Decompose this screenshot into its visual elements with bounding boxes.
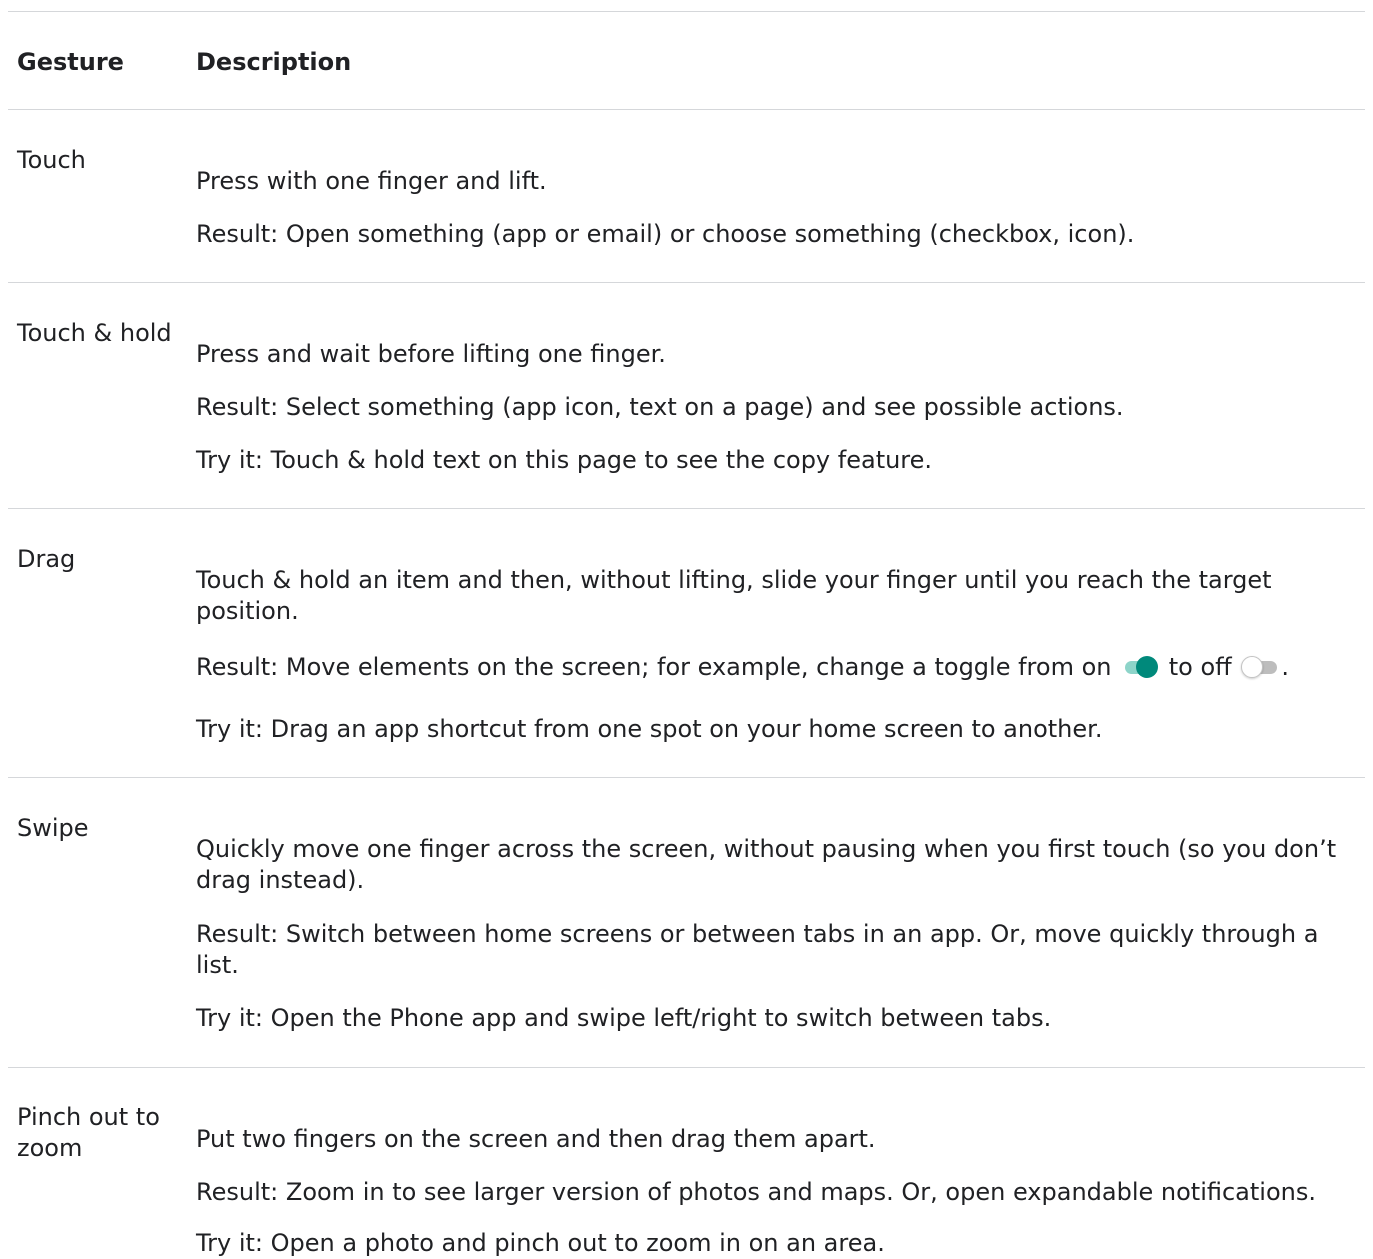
toggle-off-icon [1241,655,1279,679]
column-header-gesture: Gesture [17,48,124,76]
description-line: Press and wait before lifting one finger… [196,340,666,368]
result-suffix: . [1281,653,1289,681]
column-header-description: Description [196,48,352,76]
result-middle: to off [1168,653,1232,681]
result-line: Result: Move elements on the screen; for… [196,652,1356,683]
try-it-line: Try it: Drag an app shortcut from one sp… [196,715,1103,743]
header-divider [8,109,1365,110]
result-line: Result: Select something (app icon, text… [196,393,1124,421]
result-line: Result: Zoom in to see larger version of… [196,1178,1316,1206]
gesture-name: Touch & hold [17,319,172,347]
try-it-line: Try it: Touch & hold text on this page t… [196,446,933,474]
row-divider [8,508,1365,509]
description-line: Touch & hold an item and then, without l… [196,566,1272,625]
row-divider [8,282,1365,283]
row-divider [8,1067,1365,1068]
description-line: Quickly move one finger across the scree… [196,835,1337,894]
gesture-name: Drag [17,545,76,573]
result-line: Result: Open something (app or email) or… [196,220,1135,248]
toggle-on-icon [1121,655,1159,679]
description-line: Put two fingers on the screen and then d… [196,1125,876,1153]
gesture-name: Touch [17,146,86,174]
gesture-name: Pinch out to zoom [17,1103,160,1162]
try-it-line: Try it: Open a photo and pinch out to zo… [196,1229,885,1257]
result-prefix: Result: Move elements on the screen; for… [196,653,1112,681]
description-line: Press with one finger and lift. [196,167,547,195]
table-top-divider [8,11,1365,12]
gesture-name: Swipe [17,814,89,842]
try-it-line: Try it: Open the Phone app and swipe lef… [196,1004,1052,1032]
result-line: Result: Switch between home screens or b… [196,920,1319,979]
row-divider [8,777,1365,778]
